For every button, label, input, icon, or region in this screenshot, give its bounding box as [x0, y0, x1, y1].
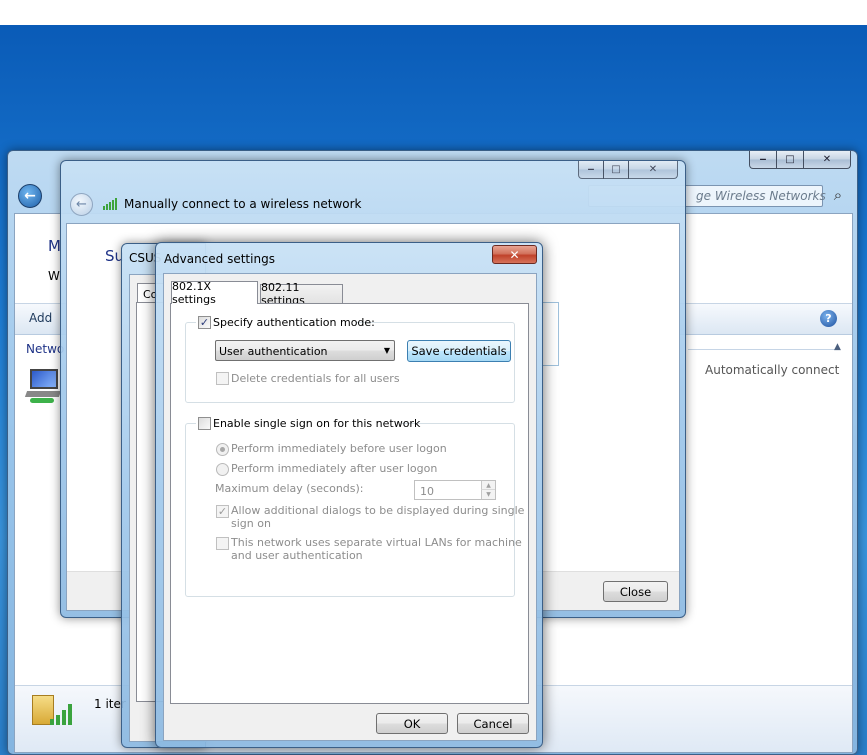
back-nav-button[interactable]: ←: [18, 184, 42, 208]
sso-after-logon-label: Perform immediately after user logon: [231, 462, 438, 475]
auth-mode-dropdown[interactable]: User authentication ▼: [215, 340, 395, 361]
specify-auth-label: Specify authentication mode:: [213, 316, 375, 329]
manual-minimize-button[interactable]: ‒: [578, 161, 604, 179]
back-minimize-button[interactable]: ‒: [749, 151, 777, 169]
chevron-down-icon: ▼: [486, 491, 491, 498]
network-list-label: Netwo: [26, 342, 65, 356]
manual-back-button[interactable]: ←: [70, 193, 93, 216]
max-delay-label: Maximum delay (seconds):: [215, 482, 364, 495]
signal-strength-icon: [103, 198, 119, 210]
automatically-connect-label: Automatically connect: [705, 363, 840, 377]
list-header-line: [688, 349, 836, 350]
dialog-close-button[interactable]: ✕: [492, 245, 537, 264]
help-icon[interactable]: ?: [820, 310, 837, 327]
auth-mode-group: [185, 322, 515, 403]
enable-sso-checkbox[interactable]: [198, 417, 211, 430]
manual-window-title: Manually connect to a wireless network: [124, 197, 362, 211]
search-icon[interactable]: ⌕: [828, 186, 848, 206]
ok-button[interactable]: OK: [376, 713, 448, 734]
arrow-left-icon: ←: [76, 197, 87, 212]
sso-after-logon-radio[interactable]: [216, 463, 229, 476]
sso-before-logon-radio[interactable]: [216, 443, 229, 456]
folder-signal-icon: [32, 691, 72, 731]
tab-802-11-settings[interactable]: 802.11 settings: [260, 281, 343, 307]
manual-field-outline: [541, 302, 559, 366]
arrow-left-icon: ←: [24, 188, 36, 204]
check-icon: ✓: [199, 316, 210, 329]
chevron-up-icon: ▲: [486, 482, 491, 489]
allow-dialogs-checkbox[interactable]: ✓: [216, 505, 229, 518]
auth-mode-value: User authentication: [219, 345, 328, 358]
chevron-down-icon: ▼: [383, 346, 390, 355]
max-delay-value: 10: [420, 485, 434, 498]
cancel-button[interactable]: Cancel: [457, 713, 529, 734]
close-x-icon: ✕: [509, 247, 520, 262]
tab-802-1x-settings[interactable]: 802.1X settings: [171, 280, 258, 306]
address-text: ge Wireless Networks: [696, 189, 826, 203]
separate-vlans-label-line2: and user authentication: [231, 549, 363, 562]
back-subtext-partial: W: [48, 269, 60, 283]
advanced-settings-title: Advanced settings: [164, 252, 275, 266]
toolbar-add-button[interactable]: Add: [29, 311, 52, 325]
back-maximize-button[interactable]: □: [776, 151, 804, 169]
delete-credentials-checkbox[interactable]: [216, 372, 229, 385]
enable-sso-label: Enable single sign on for this network: [213, 417, 421, 430]
allow-dialogs-label-line2: sign on: [231, 517, 271, 530]
back-heading-partial: M: [48, 237, 61, 255]
close-button[interactable]: Close: [603, 581, 668, 602]
specify-auth-checkbox[interactable]: ✓: [198, 316, 211, 329]
advanced-settings-dialog: Advanced settings ✕ 802.1X settings 802.…: [155, 242, 543, 748]
stepper-down-button[interactable]: ▼: [481, 490, 495, 499]
delete-credentials-label: Delete credentials for all users: [231, 372, 400, 385]
separate-vlans-checkbox[interactable]: [216, 537, 229, 550]
allow-dialogs-label-line1: Allow additional dialogs to be displayed…: [231, 504, 525, 517]
wireless-network-icon: [24, 365, 62, 405]
collapse-chevron-icon[interactable]: ▲: [834, 342, 841, 352]
separate-vlans-label-line1: This network uses separate virtual LANs …: [231, 536, 522, 549]
max-delay-stepper[interactable]: 10 ▲ ▼: [414, 480, 496, 500]
sso-before-logon-label: Perform immediately before user logon: [231, 442, 447, 455]
stepper-up-button[interactable]: ▲: [481, 481, 495, 490]
tab-802-1x-label: 802.1X settings: [172, 280, 216, 306]
back-close-button[interactable]: ✕: [803, 151, 851, 169]
check-icon: ✓: [217, 505, 228, 518]
save-credentials-button[interactable]: Save credentials: [407, 340, 511, 362]
manual-close-button[interactable]: ✕: [628, 161, 678, 179]
manual-maximize-button[interactable]: □: [603, 161, 629, 179]
